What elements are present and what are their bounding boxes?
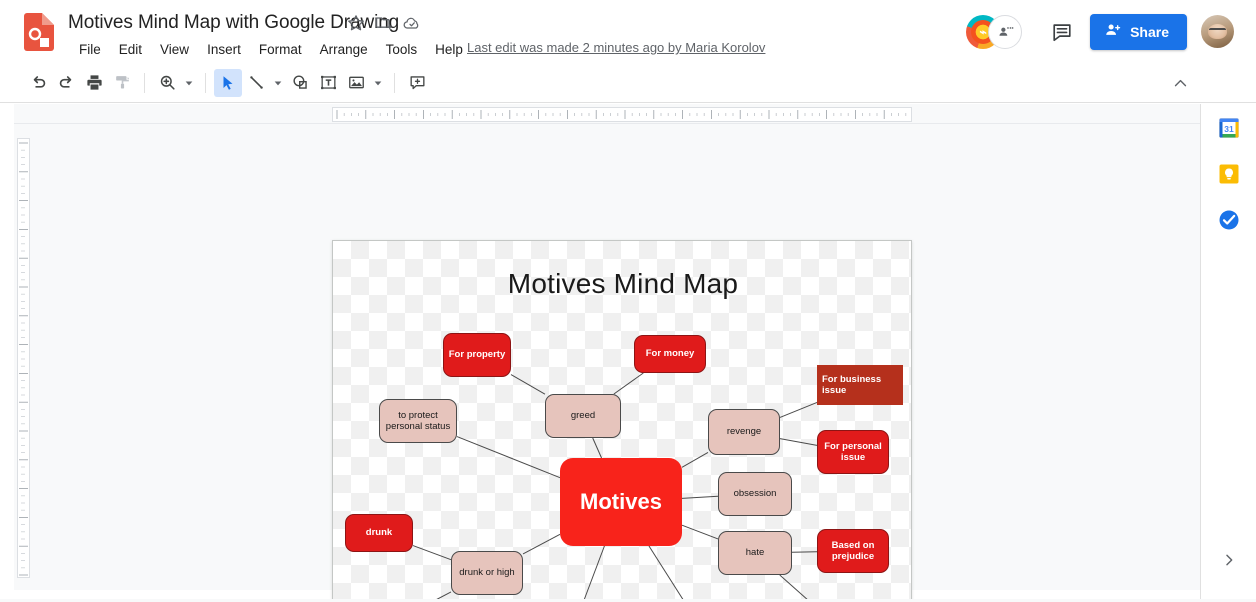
sidebar-item-calendar[interactable]: 31 (1217, 116, 1241, 140)
redo-button[interactable] (52, 69, 80, 97)
connector-center-drunkorhigh[interactable] (522, 533, 561, 555)
connector-center-greed[interactable] (592, 437, 603, 459)
last-edit-status[interactable]: Last edit was made 2 minutes ago by Mari… (467, 40, 765, 55)
vertical-ruler-ticks (19, 142, 28, 576)
mind-map-node-forproperty[interactable]: For property (443, 333, 511, 377)
menu-format[interactable]: Format (250, 38, 311, 62)
connector-center-protect[interactable] (456, 436, 561, 479)
text-box-button[interactable] (314, 69, 342, 97)
mind-map-node-greed[interactable]: greed (545, 394, 621, 438)
canvas-content: Motives Mind Map Motives greed For propert… (333, 241, 913, 602)
connector-center-hate[interactable] (681, 524, 719, 540)
svg-text:31: 31 (1224, 124, 1234, 134)
line-tool-button[interactable] (242, 69, 270, 97)
menu-edit[interactable]: Edit (110, 38, 151, 62)
connector-greed-forproperty[interactable] (510, 374, 546, 395)
select-tool-button[interactable] (214, 68, 242, 97)
google-drawings-logo-icon (24, 13, 54, 51)
node-label: hate (745, 547, 765, 559)
cloud-saved-icon[interactable] (402, 13, 422, 33)
add-comment-button[interactable] (403, 69, 431, 97)
node-label: For money (645, 348, 695, 360)
toolbar-divider (144, 72, 145, 93)
node-label: Motives (580, 489, 662, 515)
mind-map-node-center[interactable]: Motives (560, 458, 682, 546)
mind-map-node-formoney[interactable]: For money (634, 335, 706, 373)
horizontal-ruler[interactable] (14, 104, 1200, 124)
node-label: For personal issue (824, 440, 882, 463)
menu-insert[interactable]: Insert (198, 38, 250, 62)
horizontal-ruler-track (332, 107, 912, 122)
sidebar-item-keep[interactable] (1217, 162, 1241, 186)
mind-map-node-drunk[interactable]: drunk (345, 514, 413, 552)
person-add-icon (1104, 21, 1122, 42)
node-label: drunk (365, 527, 393, 539)
mind-map-node-drunkorhigh[interactable]: drunk or high (451, 551, 523, 595)
user-avatar[interactable] (1201, 15, 1234, 48)
comment-history-button[interactable] (1042, 12, 1082, 52)
node-label: For business issue (822, 373, 882, 396)
node-label: obsession (733, 488, 777, 500)
menu-view[interactable]: View (151, 38, 198, 62)
sidebar-item-tasks[interactable] (1217, 208, 1241, 232)
menu-help[interactable]: Help (426, 38, 472, 62)
expand-sidebar-button[interactable] (1217, 548, 1241, 572)
vertical-ruler[interactable] (14, 124, 32, 579)
image-dropdown-caret-icon[interactable] (370, 69, 386, 97)
header-actions: ⌁ Share (966, 0, 1256, 63)
mind-map-node-obsession[interactable]: obsession (718, 472, 792, 516)
connector-revenge-personal[interactable] (779, 438, 818, 446)
right-sidebar: 31 (1200, 104, 1256, 602)
explore-presence-cluster: ⌁ (966, 14, 1032, 49)
title-action-icons (346, 13, 422, 33)
mind-map-node-revenge[interactable]: revenge (708, 409, 780, 455)
connector-revenge-business[interactable] (779, 401, 818, 418)
print-button[interactable] (80, 69, 108, 97)
connector-greed-formoney[interactable] (613, 372, 644, 395)
image-button[interactable] (342, 69, 370, 97)
menu-bar: File Edit View Insert Format Arrange Too… (70, 38, 472, 62)
menu-arrange[interactable]: Arrange (311, 38, 377, 62)
zoom-dropdown-caret-icon[interactable] (181, 69, 197, 97)
collapse-toolbar-button[interactable] (1166, 69, 1194, 97)
node-label: drunk or high (459, 567, 515, 579)
drawing-canvas[interactable]: Motives Mind Map Motives greed For propert… (332, 240, 912, 602)
connector-center-obsession[interactable] (681, 495, 719, 499)
app-header: Motives Mind Map with Google Drawing Fil… (0, 0, 1256, 63)
drawing-toolbar (0, 63, 1256, 103)
star-icon[interactable] (346, 13, 366, 33)
connector-hate-pastexp[interactable] (779, 574, 818, 602)
menu-tools[interactable]: Tools (377, 38, 427, 62)
line-dropdown-caret-icon[interactable] (270, 69, 286, 97)
mind-map-node-business[interactable]: For business issue (817, 365, 903, 405)
zoom-in-button[interactable] (153, 69, 181, 97)
mind-map-node-prejudice[interactable]: Based on prejudice (817, 529, 889, 573)
menu-file[interactable]: File (70, 38, 110, 62)
mind-map-node-hate[interactable]: hate (718, 531, 792, 575)
vertical-ruler-track (17, 138, 30, 578)
mind-map-node-protect[interactable]: to protect personal status (379, 399, 457, 443)
mind-map-node-personal[interactable]: For personal issue (817, 430, 889, 474)
share-button-label: Share (1130, 23, 1169, 40)
connector-drunkorhigh-drunk[interactable] (412, 545, 452, 561)
node-label: to protect personal status (385, 409, 451, 432)
share-button[interactable]: Share (1090, 13, 1187, 50)
connector-center-revenge[interactable] (681, 452, 709, 468)
connector-center-accident[interactable] (577, 545, 605, 602)
toolbar-divider (394, 72, 395, 93)
editor-workspace: Motives Mind Map Motives greed For propert… (14, 104, 1200, 602)
undo-button[interactable] (24, 69, 52, 97)
toolbar-divider (205, 72, 206, 93)
node-label: For property (448, 349, 506, 361)
horizontal-ruler-ticks (336, 110, 907, 119)
shape-tool-button[interactable] (286, 69, 314, 97)
connector-center-thrill[interactable] (648, 545, 703, 602)
node-label: revenge (726, 426, 762, 438)
move-to-folder-icon[interactable] (374, 13, 394, 33)
node-label: Based on prejudice (831, 539, 875, 562)
paint-format-button[interactable] (108, 69, 136, 97)
connector-hate-prejudice[interactable] (791, 551, 818, 553)
presence-people-icon[interactable] (988, 14, 1023, 49)
node-label: greed (570, 410, 596, 422)
